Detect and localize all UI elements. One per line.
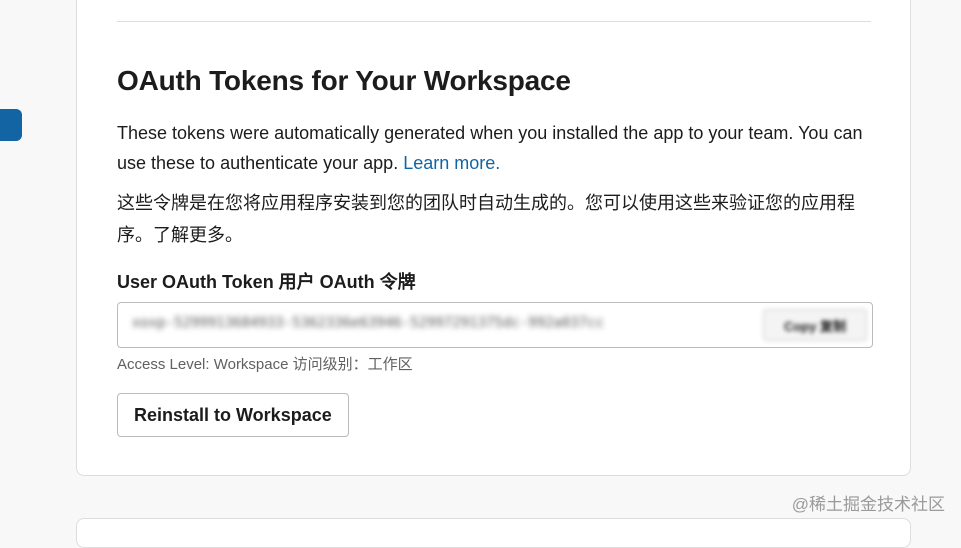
section-title: OAuth Tokens for Your Workspace	[117, 65, 571, 96]
learn-more-link[interactable]: Learn more.	[403, 153, 500, 173]
access-level-text: Access Level: Workspace 访问级别：工作区	[117, 356, 413, 373]
sidebar-active-indicator[interactable]	[0, 109, 22, 141]
next-section-card	[76, 518, 911, 548]
user-oauth-token-label: User OAuth Token 用户 OAuth 令牌	[117, 272, 416, 292]
reinstall-to-workspace-button[interactable]: Reinstall to Workspace	[117, 393, 349, 437]
user-oauth-token-field[interactable]: xoxp-5299913684933-5362336e63946-5299729…	[117, 302, 873, 348]
watermark: @稀土掘金技术社区	[791, 495, 945, 514]
section-divider	[117, 21, 871, 22]
section-description-cn: 这些令牌是在您将应用程序安装到您的团队时自动生成的。您可以使用这些来验证您的应用…	[117, 193, 855, 245]
copy-button[interactable]: Copy 复制	[763, 309, 867, 341]
section-description: These tokens were automatically generate…	[117, 118, 877, 178]
oauth-tokens-card: OAuth Tokens for Your Workspace These to…	[76, 0, 911, 476]
token-value[interactable]: xoxp-5299913684933-5362336e63946-5299729…	[132, 315, 604, 331]
